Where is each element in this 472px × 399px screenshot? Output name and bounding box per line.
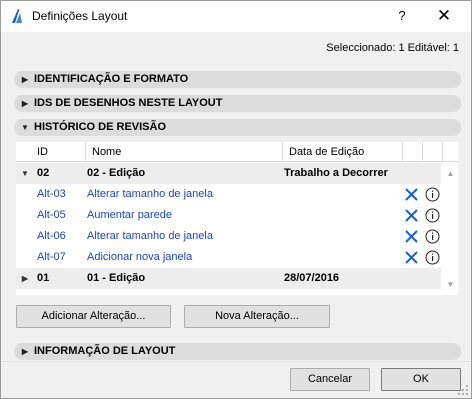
change-id[interactable]: Alt-06 xyxy=(37,226,66,247)
triangle-down-icon[interactable]: ▼ xyxy=(20,163,30,184)
table-row[interactable]: Alt-03 Alterar tamanho de janela xyxy=(16,184,441,205)
remove-x-icon[interactable] xyxy=(404,208,419,223)
table-row-group[interactable]: ▼ 02 02 - Edição Trabalho a Decorrer xyxy=(16,163,441,184)
triangle-right-icon: ▶ xyxy=(21,75,29,84)
info-icon[interactable] xyxy=(425,208,440,223)
group-date: Trabalho a Decorrer xyxy=(284,167,388,179)
info-icon[interactable] xyxy=(425,229,440,244)
footer-separator xyxy=(1,361,471,362)
triangle-down-icon: ▼ xyxy=(21,123,29,132)
column-header-date[interactable]: Data de Edição xyxy=(283,142,403,162)
window-title: Definições Layout xyxy=(32,9,128,23)
change-name[interactable]: Alterar tamanho de janela xyxy=(87,184,213,205)
info-icon[interactable] xyxy=(425,187,440,202)
triangle-right-icon: ▶ xyxy=(21,347,29,356)
section-label: IDENTIFICAÇÃO E FORMATO xyxy=(34,73,189,85)
cancel-button[interactable]: Cancelar xyxy=(290,368,370,391)
remove-x-icon[interactable] xyxy=(404,250,419,265)
change-id[interactable]: Alt-07 xyxy=(37,247,66,268)
remove-x-icon[interactable] xyxy=(404,187,419,202)
scroll-down-icon[interactable]: ▼ xyxy=(446,280,455,289)
vertical-scrollbar[interactable]: ▲ ▼ xyxy=(443,163,458,295)
new-change-button[interactable]: Nova Alteração... xyxy=(184,305,330,328)
resize-grip-icon[interactable] xyxy=(458,385,468,395)
revision-table: ID Nome Data de Edição ▼ 02 02 - Edição … xyxy=(16,142,458,295)
triangle-right-icon: ▶ xyxy=(21,99,29,108)
help-button[interactable]: ? xyxy=(390,5,414,27)
remove-x-icon[interactable] xyxy=(404,229,419,244)
table-row-group[interactable]: ▶ 01 01 - Edição 28/07/2016 xyxy=(16,268,441,289)
close-button[interactable]: ✕ xyxy=(429,5,459,27)
column-header-action-2 xyxy=(423,142,443,162)
section-identification[interactable]: ▶ IDENTIFICAÇÃO E FORMATO xyxy=(14,71,461,88)
ok-button[interactable]: OK xyxy=(381,368,461,391)
section-label: INFORMAÇÃO DE LAYOUT xyxy=(34,345,176,357)
archicad-logo-icon xyxy=(12,9,22,23)
table-header: ID Nome Data de Edição xyxy=(16,142,458,162)
column-header-id[interactable]: ID xyxy=(16,142,86,162)
group-id: 01 xyxy=(37,272,50,284)
group-date: 28/07/2016 xyxy=(284,272,340,284)
selection-info: Seleccionado: 1 Editável: 1 xyxy=(326,42,459,54)
column-header-name[interactable]: Nome xyxy=(86,142,283,162)
group-name: 02 - Edição xyxy=(87,167,146,179)
section-label: IDS DE DESENHOS NESTE LAYOUT xyxy=(34,97,223,109)
change-name[interactable]: Adicionar nova janela xyxy=(87,247,192,268)
dialog-window: Definições Layout ? ✕ Seleccionado: 1 Ed… xyxy=(0,0,472,399)
group-id: 02 xyxy=(37,167,50,179)
section-label: HISTÓRICO DE REVISÃO xyxy=(34,121,167,133)
section-revision-history[interactable]: ▼ HISTÓRICO DE REVISÃO xyxy=(14,119,461,136)
add-change-button[interactable]: Adicionar Alteração... xyxy=(16,305,171,328)
column-header-action-1 xyxy=(403,142,423,162)
info-icon[interactable] xyxy=(425,250,440,265)
change-name[interactable]: Alterar tamanho de janela xyxy=(87,226,213,247)
table-row[interactable]: Alt-07 Adicionar nova janela xyxy=(16,247,441,268)
triangle-right-icon[interactable]: ▶ xyxy=(20,268,30,289)
title-bar[interactable]: Definições Layout ? ✕ xyxy=(1,1,471,32)
table-row[interactable]: Alt-06 Alterar tamanho de janela xyxy=(16,226,441,247)
section-layout-info[interactable]: ▶ INFORMAÇÃO DE LAYOUT xyxy=(14,343,461,360)
table-row[interactable]: Alt-05 Aumentar parede xyxy=(16,205,441,226)
change-id[interactable]: Alt-03 xyxy=(37,184,66,205)
change-id[interactable]: Alt-05 xyxy=(37,205,66,226)
scroll-up-icon[interactable]: ▲ xyxy=(446,169,455,178)
section-drawing-ids[interactable]: ▶ IDS DE DESENHOS NESTE LAYOUT xyxy=(14,95,461,112)
change-name[interactable]: Aumentar parede xyxy=(87,205,172,226)
group-name: 01 - Edição xyxy=(87,272,146,284)
